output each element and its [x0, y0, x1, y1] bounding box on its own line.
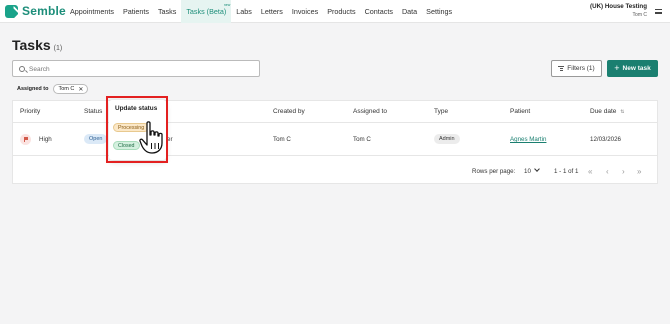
column-header-assigned-to[interactable]: Assigned to [353, 108, 387, 115]
column-header-patient[interactable]: Patient [510, 108, 530, 115]
nav-item-contacts[interactable]: Contacts [365, 0, 393, 23]
assigned-to-value: Tom C [353, 136, 371, 143]
semble-logo[interactable]: Semble [5, 4, 66, 18]
hand-pointer-icon [139, 121, 163, 154]
active-filters: Assigned to Tom C ✕ [17, 84, 89, 94]
column-header-type[interactable]: Type [434, 108, 448, 115]
hamburger-menu-icon[interactable] [655, 9, 662, 14]
logo-text: Semble [22, 4, 66, 18]
column-header-created-by[interactable]: Created by [273, 108, 305, 115]
assigned-to-chip[interactable]: Tom C ✕ [53, 84, 89, 94]
column-header-priority[interactable]: Priority [20, 108, 40, 115]
user-name: Tom C [632, 12, 647, 18]
priority-value: High [39, 136, 52, 143]
last-page-icon[interactable]: » [637, 167, 641, 176]
new-task-label: New task [622, 65, 651, 72]
pagination-range: 1 - 1 of 1 [554, 168, 579, 175]
search-input[interactable] [29, 63, 249, 75]
patient-link[interactable]: Agnes Martin [510, 136, 546, 143]
org-switcher[interactable]: (UK) House Testing Tom C [590, 3, 647, 18]
new-badge: new [223, 3, 231, 7]
search-icon [19, 65, 25, 72]
column-header-due-date-label: Due date [590, 108, 617, 115]
nav-item-letters[interactable]: Letters [261, 0, 283, 23]
nav-item-appointments[interactable]: Appointments [70, 0, 114, 23]
previous-page-icon[interactable]: ‹ [606, 167, 609, 176]
chevron-down-icon [534, 166, 540, 172]
assigned-to-label: Assigned to [17, 86, 49, 92]
task-count: (1) [53, 45, 63, 52]
nav-item-products[interactable]: Products [327, 0, 355, 23]
nav-item-labs[interactable]: Labs [236, 0, 252, 23]
nav-item-tasks[interactable]: Tasks [158, 0, 176, 23]
search-box[interactable] [12, 60, 260, 77]
org-name: (UK) House Testing [590, 3, 647, 10]
new-task-button[interactable]: + New task [607, 60, 658, 77]
remove-filter-icon[interactable]: ✕ [78, 86, 83, 93]
priority-flag-icon [20, 134, 31, 145]
page-title: Tasks (1) [12, 37, 62, 53]
sort-icon[interactable]: ⇅ [620, 109, 624, 115]
filters-label: Filters (1) [567, 65, 595, 72]
plus-icon: + [614, 63, 620, 73]
page-title-text: Tasks [12, 37, 51, 53]
column-header-due-date[interactable]: Due date ⇅ [590, 108, 624, 115]
rows-per-page-select[interactable]: 10 [524, 166, 540, 175]
filters-button[interactable]: Filters (1) [551, 60, 602, 77]
filter-icon [558, 66, 565, 71]
nav-item-invoices[interactable]: Invoices [292, 0, 318, 23]
created-by-value: Tom C [273, 136, 291, 143]
assigned-to-chip-value: Tom C [58, 86, 75, 92]
status-badge[interactable]: Open [84, 134, 108, 144]
first-page-icon[interactable]: « [588, 167, 592, 176]
semble-logo-icon [5, 4, 18, 18]
top-navigation: Semble Appointments Patients Tasks Tasks… [0, 0, 670, 23]
nav-item-patients[interactable]: Patients [123, 0, 149, 23]
due-date-value: 12/03/2026 [590, 136, 621, 143]
nav-item-data[interactable]: Data [402, 0, 417, 23]
next-page-icon[interactable]: › [622, 167, 625, 176]
rows-per-page-label: Rows per page: [472, 168, 516, 175]
nav-items: Appointments Patients Tasks Tasks (Beta)… [70, 0, 461, 23]
rows-per-page-value: 10 [524, 168, 531, 175]
column-header-status[interactable]: Status [84, 108, 102, 115]
nav-item-settings[interactable]: Settings [426, 0, 452, 23]
nav-item-tasks-beta-label: Tasks (Beta) [186, 7, 227, 16]
type-badge: Admin [434, 134, 460, 144]
nav-item-tasks-beta[interactable]: Tasks (Beta) new [181, 0, 232, 23]
